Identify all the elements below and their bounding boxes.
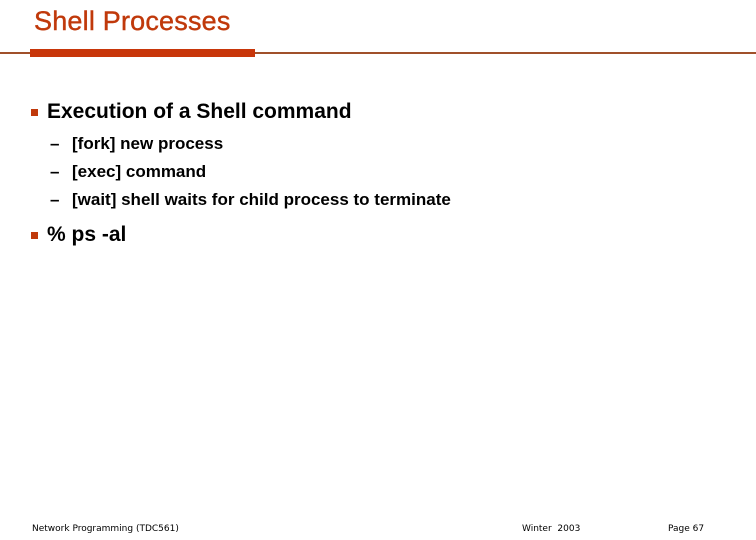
square-bullet-icon	[31, 108, 38, 116]
sub-item-text: [fork] new process	[72, 134, 224, 153]
bullet-text: % ps -al	[47, 223, 127, 246]
title-rule-accent	[30, 49, 255, 57]
sub-item: – [wait] shell waits for child process t…	[50, 190, 451, 210]
footer-term: Winter 2003	[522, 524, 581, 534]
sub-item-text: [exec] command	[72, 162, 207, 181]
bullet-item: % ps -al	[31, 223, 126, 247]
slide-title: Shell Processes	[34, 6, 231, 36]
footer-page-number: Page 67	[668, 524, 705, 534]
dash-icon: –	[50, 162, 60, 181]
dash-icon: –	[50, 190, 60, 209]
bullet-item: Execution of a Shell command	[31, 100, 352, 124]
bullet-text: Execution of a Shell command	[47, 100, 352, 123]
sub-item: – [fork] new process	[50, 134, 223, 154]
square-bullet-icon	[31, 231, 38, 239]
sub-item: – [exec] command	[50, 162, 206, 182]
sub-item-text: [wait] shell waits for child process to …	[72, 190, 451, 209]
footer-course: Network Programming (TDC561)	[32, 524, 179, 534]
dash-icon: –	[50, 134, 60, 153]
